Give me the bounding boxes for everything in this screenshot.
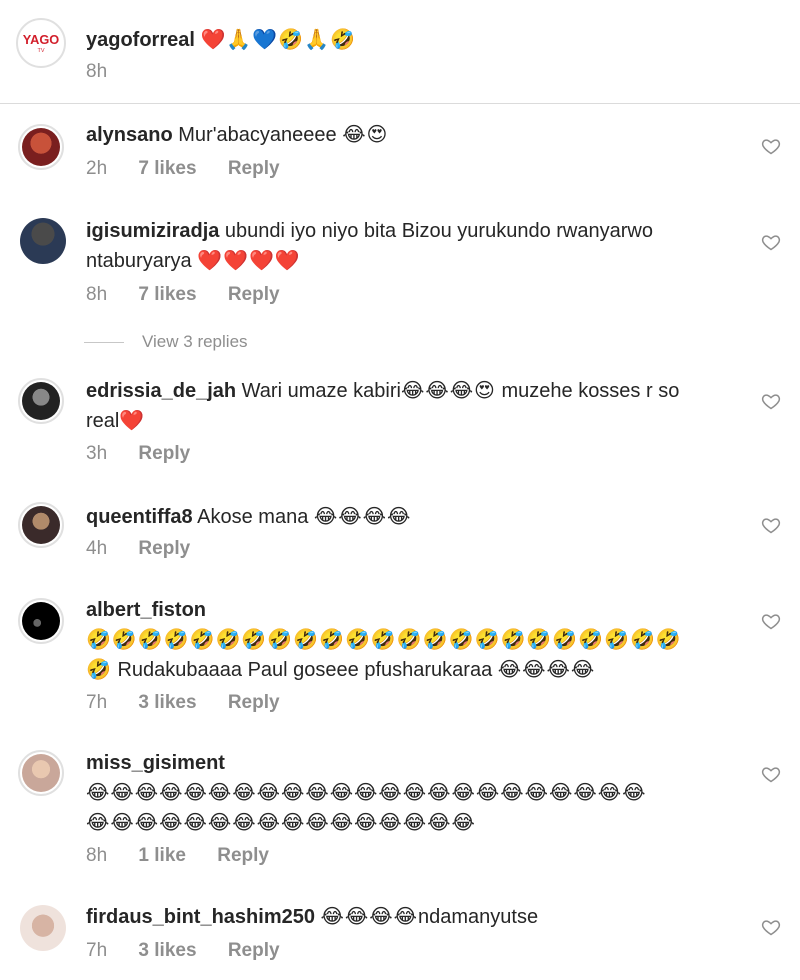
view-replies-label[interactable]: View 3 replies — [142, 332, 248, 352]
likes-count[interactable]: 3 likes — [138, 692, 196, 713]
comment-emoji-b: 🤣 — [86, 657, 112, 681]
comment-time: 8h — [86, 845, 108, 866]
avatar[interactable]: YAGO TV — [16, 18, 66, 68]
comment-username[interactable]: miss_gisiment — [86, 752, 225, 774]
comment-username[interactable]: igisumiziradja — [86, 220, 219, 242]
post-caption: YAGO TV yagoforreal ❤️🙏💙🤣🙏🤣 8h — [0, 0, 800, 104]
comment-time: 7h — [86, 940, 108, 961]
caption-meta: 8h — [86, 61, 133, 83]
comment-meta: 7h 3 likes Reply — [86, 940, 306, 962]
reply-button[interactable]: Reply — [228, 284, 280, 305]
reply-button[interactable]: Reply — [138, 443, 190, 464]
comment-username[interactable]: edrissia_de_jah — [86, 380, 236, 402]
comment-time: 7h — [86, 692, 108, 713]
likes-count[interactable]: 1 like — [138, 845, 186, 866]
comment-time: 4h — [86, 538, 108, 559]
reply-button[interactable]: Reply — [138, 538, 190, 559]
comment-emoji-2: ❤️ — [119, 408, 146, 432]
comment-text: miss_gisiment 😂😂😂😂😂😂😂😂😂😂😂😂😂😂😂😂😂😂😂😂😂😂😂 😂😂… — [86, 749, 706, 838]
comment-meta: 2h 7 likes Reply — [86, 158, 306, 180]
comment-meta: 3h Reply — [86, 443, 216, 465]
comment-body: Akose mana — [192, 506, 314, 528]
avatar[interactable] — [20, 218, 66, 264]
avatar[interactable] — [18, 378, 64, 424]
comment-meta: 4h Reply — [86, 538, 216, 560]
avatar[interactable] — [18, 502, 64, 548]
comment-time: 2h — [86, 158, 108, 179]
svg-text:TV: TV — [38, 48, 45, 54]
comment-meta: 8h 1 like Reply — [86, 845, 295, 867]
comment-body: ndamanyutse — [418, 906, 539, 928]
comment-text: firdaus_bint_hashim250 😂😂😂😂ndamanyutse — [86, 902, 706, 932]
heart-icon[interactable] — [761, 764, 781, 784]
comment-body: Rudakubaaaa Paul goseee pfusharukaraa — [111, 659, 498, 681]
comment-body: Mur'abacyaneeee — [172, 124, 343, 146]
comment-body: Wari umaze kabiri — [236, 380, 401, 402]
heart-icon[interactable] — [761, 515, 781, 535]
reply-button[interactable]: Reply — [228, 692, 280, 713]
comment-time: 3h — [86, 443, 108, 464]
yago-logo-icon: YAGO TV — [20, 22, 62, 64]
heart-icon[interactable] — [761, 391, 781, 411]
comment-username[interactable]: albert_fiston — [86, 599, 206, 621]
avatar[interactable] — [18, 750, 64, 796]
reply-button[interactable]: Reply — [228, 158, 280, 179]
comment-username[interactable]: firdaus_bint_hashim250 — [86, 906, 315, 928]
comment-time: 8h — [86, 284, 108, 305]
comment-emoji: 🤣🤣🤣🤣🤣🤣🤣🤣🤣🤣🤣🤣🤣🤣🤣🤣🤣🤣🤣🤣🤣🤣🤣 — [86, 627, 682, 651]
comment-meta: 8h 7 likes Reply — [86, 284, 306, 306]
comment-text: queentiffa8 Akose mana 😂😂😂😂 — [86, 502, 706, 532]
comment-text: igisumiziradja ubundi iyo niyo bita Bizo… — [86, 217, 706, 276]
likes-count[interactable]: 7 likes — [138, 284, 196, 305]
reply-button[interactable]: Reply — [228, 940, 280, 961]
comment-text: albert_fiston 🤣🤣🤣🤣🤣🤣🤣🤣🤣🤣🤣🤣🤣🤣🤣🤣🤣🤣🤣🤣🤣🤣🤣 🤣 … — [86, 596, 706, 685]
comment-emoji-2: 😂😂😂😂 — [497, 657, 596, 681]
comment-username[interactable]: alynsano — [86, 124, 173, 146]
comment-emoji: 😂😍 — [342, 122, 389, 146]
comment-emoji: ❤️❤️❤️❤️ — [197, 248, 301, 272]
comment-text: alynsano Mur'abacyaneeee 😂😍 — [86, 120, 706, 150]
likes-count[interactable]: 3 likes — [138, 940, 196, 961]
reply-button[interactable]: Reply — [217, 845, 269, 866]
likes-count[interactable]: 7 likes — [138, 158, 196, 179]
comment-emoji: 😂😂😂😂😂😂😂😂😂😂😂😂😂😂😂😂😂😂😂😂😂😂😂 — [86, 780, 647, 804]
comment-meta: 7h 3 likes Reply — [86, 692, 306, 714]
avatar[interactable] — [18, 124, 64, 170]
comment-emoji: 😂😂😂😂 — [320, 904, 419, 928]
avatar[interactable] — [18, 598, 64, 644]
view-replies-button[interactable]: View 3 replies — [84, 330, 384, 354]
caption-text: yagoforreal ❤️🙏💙🤣🙏🤣 — [86, 25, 706, 55]
heart-icon[interactable] — [761, 136, 781, 156]
comment-text: edrissia_de_jah Wari umaze kabiri😂😂😂😍 mu… — [86, 376, 706, 436]
comment-emoji: 😂😂😂😂 — [313, 504, 412, 528]
comment-emoji-2: 😂😂😂😂😂😂😂😂😂😂😂😂😂😂😂😂 — [86, 810, 476, 834]
heart-icon[interactable] — [761, 232, 781, 252]
replies-divider — [84, 342, 124, 343]
caption-emoji: ❤️🙏💙🤣🙏🤣 — [200, 27, 356, 51]
caption-time: 8h — [86, 61, 108, 82]
heart-icon[interactable] — [761, 611, 781, 631]
comment-emoji: 😂😂😂😍 — [400, 378, 496, 402]
svg-text:YAGO: YAGO — [23, 32, 59, 47]
comment-username[interactable]: queentiffa8 — [86, 506, 193, 528]
caption-username[interactable]: yagoforreal — [86, 29, 195, 51]
avatar[interactable] — [20, 905, 66, 951]
heart-icon[interactable] — [761, 917, 781, 937]
